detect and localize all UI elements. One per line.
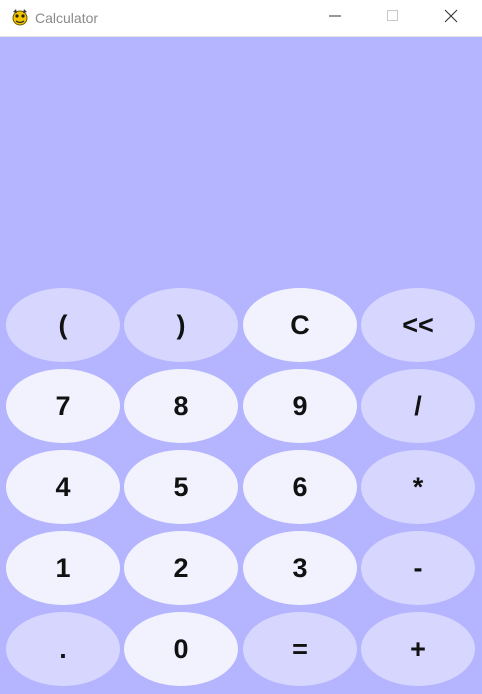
key-add[interactable]: + [361, 612, 475, 686]
key-label: 0 [173, 633, 189, 664]
key-open-paren[interactable]: ( [6, 288, 120, 362]
close-button[interactable] [422, 0, 480, 36]
key-close-paren[interactable]: ) [124, 288, 238, 362]
key-0[interactable]: 0 [124, 612, 238, 686]
key-label: 9 [292, 390, 308, 421]
pygame-snake-icon [10, 7, 30, 27]
key-label: + [410, 633, 426, 664]
key-label: * [412, 471, 424, 502]
key-6[interactable]: 6 [243, 450, 357, 524]
key-label: - [413, 552, 423, 583]
key-divide[interactable]: / [361, 369, 475, 443]
key-label: 6 [292, 471, 308, 502]
key-label: 7 [55, 390, 71, 421]
key-label: = [292, 633, 308, 664]
window-title: Calculator [35, 10, 99, 26]
key-label: 1 [55, 552, 71, 583]
key-label: . [59, 633, 67, 664]
key-label: << [402, 309, 434, 340]
key-subtract[interactable]: - [361, 531, 475, 605]
title-bar[interactable]: Calculator [0, 0, 482, 37]
key-3[interactable]: 3 [243, 531, 357, 605]
key-label: 8 [173, 390, 189, 421]
key-8[interactable]: 8 [124, 369, 238, 443]
key-multiply[interactable]: * [361, 450, 475, 524]
maximize-button[interactable] [364, 0, 422, 36]
minimize-button[interactable] [306, 0, 364, 36]
key-5[interactable]: 5 [124, 450, 238, 524]
key-label: 5 [173, 471, 189, 502]
key-equals[interactable]: = [243, 612, 357, 686]
key-clear[interactable]: C [243, 288, 357, 362]
minimize-icon [329, 9, 341, 27]
key-label: ( [58, 309, 68, 340]
keypad: ( ) C << 7 8 9 / 4 5 6 * 1 2 3 - . 0 = + [0, 287, 482, 694]
key-decimal[interactable]: . [6, 612, 120, 686]
key-label: / [414, 390, 422, 421]
key-label: 3 [292, 552, 308, 583]
key-label: C [290, 309, 310, 340]
key-2[interactable]: 2 [124, 531, 238, 605]
key-label: 4 [55, 471, 71, 502]
key-7[interactable]: 7 [6, 369, 120, 443]
maximize-icon [387, 9, 399, 27]
key-backspace[interactable]: << [361, 288, 475, 362]
result-display [0, 37, 482, 287]
key-label: ) [176, 309, 186, 340]
close-icon [444, 9, 458, 28]
key-label: 2 [173, 552, 189, 583]
calculator-window: Calculator ( ) C << 7 8 9 / 4 5 6 * 1 2 … [0, 0, 482, 694]
key-4[interactable]: 4 [6, 450, 120, 524]
key-9[interactable]: 9 [243, 369, 357, 443]
key-1[interactable]: 1 [6, 531, 120, 605]
